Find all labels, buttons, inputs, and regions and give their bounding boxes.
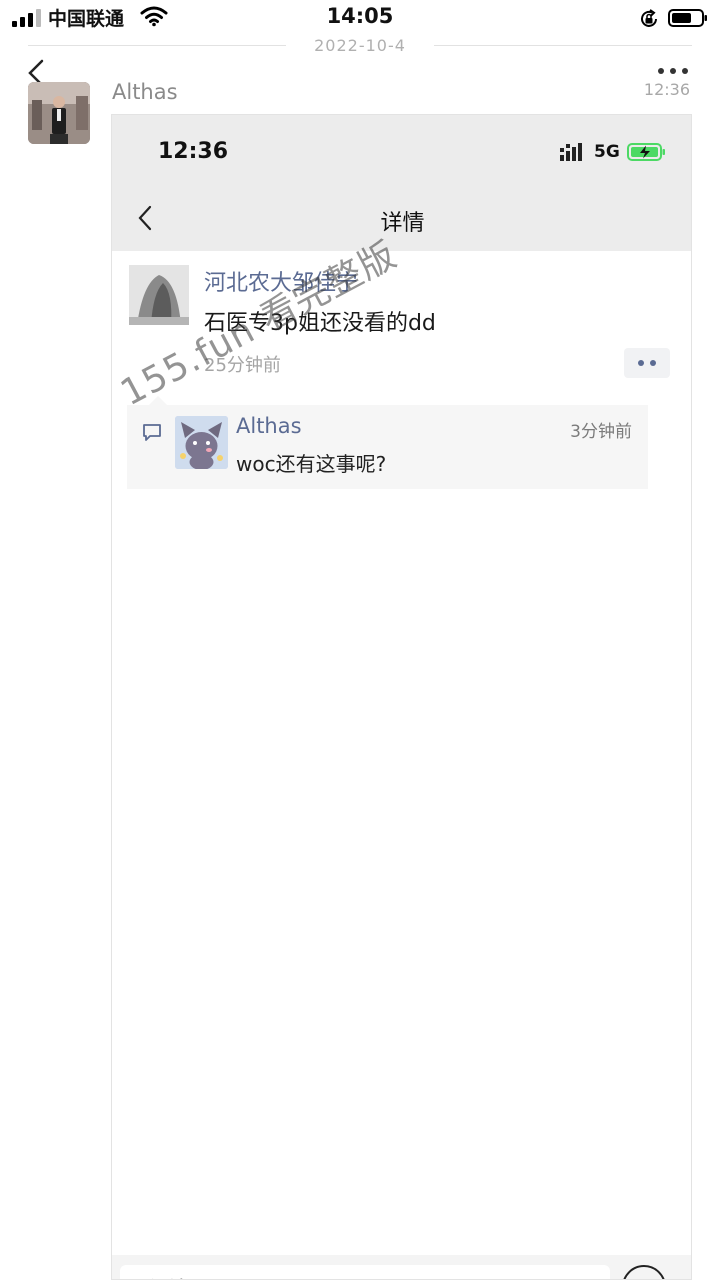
more-options-icon[interactable] [656,66,690,78]
rotation-lock-icon [641,9,657,27]
comment-time: 3分钟前 [570,422,632,442]
comment-input: 评论 [120,1265,610,1279]
chat-date: 2022-10-4 [314,36,406,55]
screenshot-battery-icon [627,143,665,161]
comment-section: Althas 3分钟前 woc还有这事呢? [127,396,648,489]
screenshot-title: 详情 [380,211,425,236]
status-clock: 14:05 [326,4,394,28]
sender-name: Althas [112,80,178,104]
screenshot-header: 12:36 5G 详情 [112,115,691,251]
comment-text: woc还有这事呢? [236,452,387,476]
post-action-icon [624,348,670,378]
sender-avatar[interactable] [28,82,90,144]
date-separator: 2022-10-4 [28,36,692,56]
battery-icon [668,9,707,27]
status-bar: 中国联通 14:05 [0,0,720,36]
message-time: 12:36 [643,80,690,99]
comment-author-avatar [175,416,228,469]
post-author-avatar [129,265,189,325]
comment-author-name: Althas [236,414,302,438]
comment-input-placeholder: 评论 [150,1273,188,1279]
comment-icon [143,424,161,441]
shared-screenshot[interactable]: 12:36 5G 详情 河北农大邹佳宁 石医专3p姐还没看的dd 25分钟前 A… [111,114,692,1280]
screenshot-clock: 12:36 [158,139,229,164]
screenshot-signal-icon [560,143,582,161]
screenshot-network-type: 5G [594,142,620,162]
